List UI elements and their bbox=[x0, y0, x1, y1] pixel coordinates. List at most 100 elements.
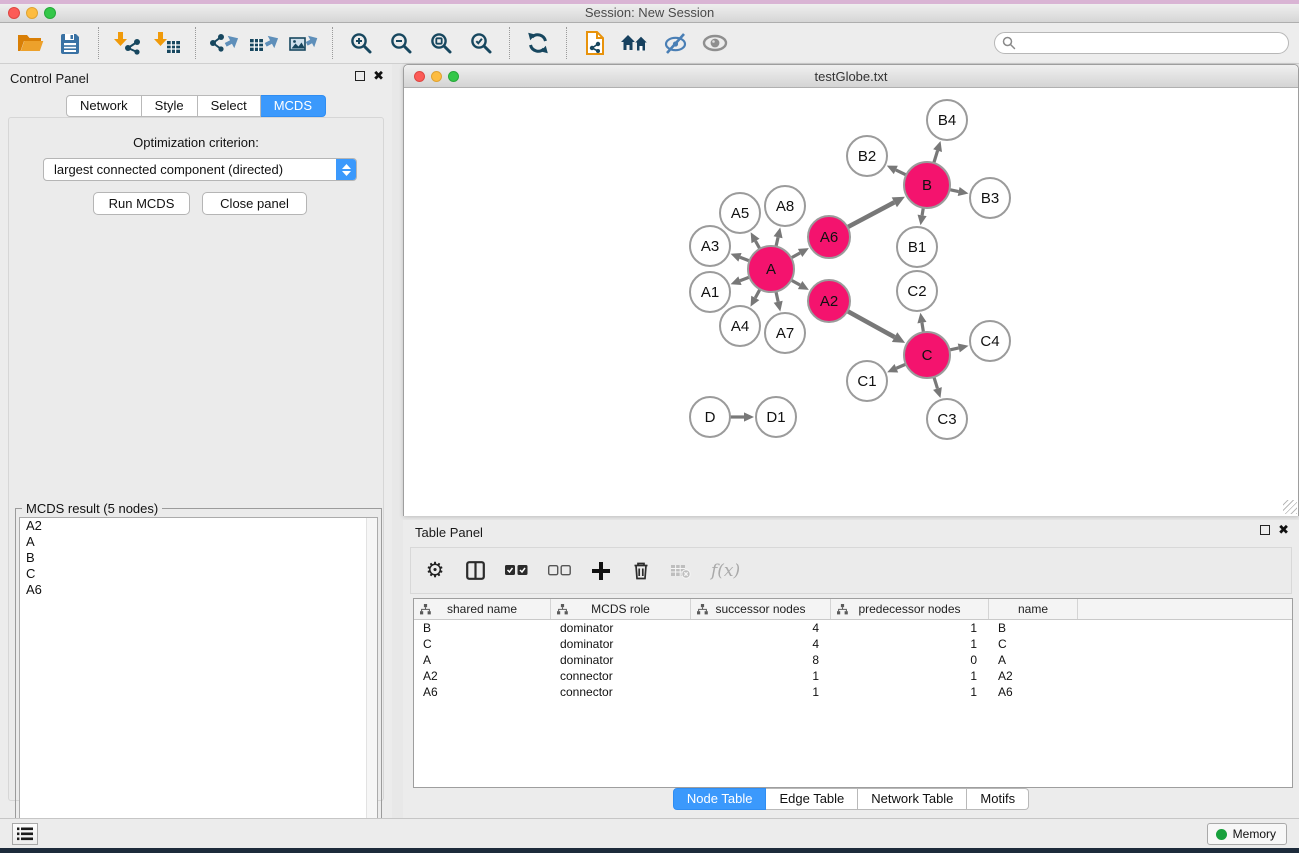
home-button[interactable] bbox=[615, 26, 655, 60]
minimize-network-button[interactable] bbox=[431, 71, 442, 82]
checked-boxes-icon bbox=[505, 565, 528, 576]
table-cell: connector bbox=[551, 668, 691, 684]
tab-select[interactable]: Select bbox=[198, 95, 261, 117]
tab-style[interactable]: Style bbox=[142, 95, 198, 117]
toolbar-separator bbox=[332, 27, 333, 59]
float-panel-icon[interactable] bbox=[1260, 525, 1270, 535]
table-row[interactable]: A2connector11A2 bbox=[414, 668, 1292, 684]
show-columns-button[interactable] bbox=[465, 561, 485, 580]
mcds-result-item[interactable]: A2 bbox=[20, 518, 377, 534]
create-column-button[interactable] bbox=[591, 562, 611, 580]
tab-network[interactable]: Network bbox=[66, 95, 142, 117]
node-label-A: A bbox=[766, 261, 776, 278]
memory-label: Memory bbox=[1233, 827, 1276, 841]
table-cell: A bbox=[414, 652, 551, 668]
unselect-all-columns-button[interactable] bbox=[548, 565, 571, 576]
network-window-titlebar[interactable]: testGlobe.txt bbox=[404, 65, 1298, 88]
mcds-result-item[interactable]: C bbox=[20, 566, 377, 582]
table-cell: 1 bbox=[691, 668, 831, 684]
edge-arrowhead bbox=[917, 313, 926, 324]
float-panel-icon[interactable] bbox=[355, 71, 365, 81]
import-table-button[interactable] bbox=[147, 26, 187, 60]
tab-node-table[interactable]: Node Table bbox=[673, 788, 767, 810]
close-panel-icon[interactable]: ✖ bbox=[1278, 524, 1289, 536]
column-header-shared-name[interactable]: shared name bbox=[414, 599, 551, 619]
columns-icon bbox=[466, 561, 485, 580]
table-row[interactable]: Adominator80A bbox=[414, 652, 1292, 668]
export-table-button[interactable] bbox=[244, 26, 284, 60]
mcds-result-item[interactable]: B bbox=[20, 550, 377, 566]
column-header-name[interactable]: name bbox=[989, 599, 1078, 619]
close-network-button[interactable] bbox=[414, 71, 425, 82]
zoom-window-button[interactable] bbox=[44, 7, 56, 19]
tab-motifs[interactable]: Motifs bbox=[967, 788, 1029, 810]
mcds-result-list[interactable]: A2ABCA6 bbox=[19, 517, 378, 844]
edge-A2-C[interactable] bbox=[847, 311, 895, 337]
export-image-button[interactable] bbox=[284, 26, 324, 60]
tab-mcds[interactable]: MCDS bbox=[261, 95, 326, 117]
edge-arrowhead bbox=[744, 412, 754, 421]
table-cell: 8 bbox=[691, 652, 831, 668]
zoom-in-button[interactable] bbox=[341, 26, 381, 60]
delete-column-button[interactable] bbox=[631, 561, 651, 580]
show-graphics-details-button[interactable] bbox=[695, 26, 735, 60]
zoom-fit-button[interactable] bbox=[421, 26, 461, 60]
optimization-criterion-select[interactable]: largest connected component (directed) bbox=[43, 158, 357, 181]
node-label-D: D bbox=[705, 409, 716, 426]
mcds-result-item[interactable]: A bbox=[20, 534, 377, 550]
table-cell: 1 bbox=[831, 684, 989, 700]
open-session-button[interactable] bbox=[10, 26, 50, 60]
edge-arrowhead bbox=[933, 141, 942, 152]
open-folder-icon bbox=[16, 31, 44, 55]
node-label-A1: A1 bbox=[701, 284, 719, 301]
save-session-button[interactable] bbox=[50, 26, 90, 60]
panel-menu-button[interactable] bbox=[12, 823, 38, 845]
toolbar-separator bbox=[98, 27, 99, 59]
node-label-A3: A3 bbox=[701, 238, 719, 255]
resize-grip[interactable] bbox=[1283, 500, 1297, 514]
table-cell: 1 bbox=[831, 620, 989, 636]
refresh-button[interactable] bbox=[518, 26, 558, 60]
mcds-result-title: MCDS result (5 nodes) bbox=[22, 501, 162, 516]
tab-network-table[interactable]: Network Table bbox=[858, 788, 967, 810]
table-cell: C bbox=[414, 636, 551, 652]
minimize-window-button[interactable] bbox=[26, 7, 38, 19]
zoom-selected-icon bbox=[469, 31, 493, 55]
zoom-selected-button[interactable] bbox=[461, 26, 501, 60]
run-mcds-button[interactable]: Run MCDS bbox=[93, 192, 190, 215]
select-all-columns-button[interactable] bbox=[505, 565, 528, 576]
network-canvas[interactable]: A5A8A3A1A4A7AA6A2B2B4BB3B1C2CC4C1C3DD1 bbox=[404, 88, 1298, 516]
table-cell: B bbox=[989, 620, 1078, 636]
column-header-predecessor-nodes[interactable]: predecessor nodes bbox=[831, 599, 989, 619]
tab-edge-table[interactable]: Edge Table bbox=[766, 788, 858, 810]
edge-B-B4[interactable] bbox=[933, 151, 937, 164]
edge-A6-B[interactable] bbox=[847, 202, 895, 227]
close-panel-button[interactable]: Close panel bbox=[202, 192, 307, 215]
mcds-result-item[interactable]: A6 bbox=[20, 582, 377, 598]
close-window-button[interactable] bbox=[8, 7, 20, 19]
export-network-button[interactable] bbox=[204, 26, 244, 60]
list-scrollbar[interactable] bbox=[366, 518, 377, 843]
zoom-network-button[interactable] bbox=[448, 71, 459, 82]
column-header-MCDS-role[interactable]: MCDS role bbox=[551, 599, 691, 619]
table-row[interactable]: Cdominator41C bbox=[414, 636, 1292, 652]
column-header-successor-nodes[interactable]: successor nodes bbox=[691, 599, 831, 619]
hide-graphics-details-button[interactable] bbox=[655, 26, 695, 60]
import-network-icon bbox=[112, 31, 142, 55]
table-cell: A2 bbox=[414, 668, 551, 684]
search-input[interactable] bbox=[994, 32, 1289, 54]
table-settings-button[interactable]: ⚙ bbox=[425, 561, 445, 581]
memory-button[interactable]: Memory bbox=[1207, 823, 1287, 845]
delete-table-button[interactable] bbox=[671, 563, 691, 579]
table-row[interactable]: Bdominator41B bbox=[414, 620, 1292, 636]
column-sort-icon bbox=[697, 604, 708, 615]
table-cell: dominator bbox=[551, 636, 691, 652]
zoom-out-button[interactable] bbox=[381, 26, 421, 60]
new-network-from-selection-button[interactable] bbox=[575, 26, 615, 60]
close-panel-icon[interactable]: ✖ bbox=[373, 70, 384, 82]
import-network-button[interactable] bbox=[107, 26, 147, 60]
table-row[interactable]: A6connector11A6 bbox=[414, 684, 1292, 700]
trash-icon bbox=[632, 561, 650, 580]
function-builder-button[interactable]: f(x) bbox=[711, 561, 740, 581]
table-cell: A2 bbox=[989, 668, 1078, 684]
